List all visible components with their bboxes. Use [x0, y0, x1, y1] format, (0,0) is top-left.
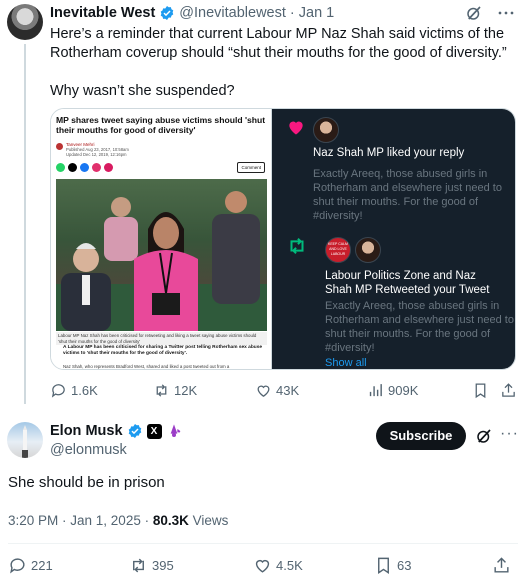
- article-lead: A Labour MP has been criticised for shar…: [63, 345, 263, 356]
- reply-count: 1.6K: [71, 383, 98, 398]
- quoted-author-handle[interactable]: @Inevitablewest: [179, 5, 286, 21]
- bookmark-icon: [475, 383, 486, 399]
- article-body: Naz Shah, who represents Bradford West, …: [63, 364, 230, 369]
- photo-speaker: [134, 212, 198, 331]
- share-icon: [494, 557, 509, 573]
- views-count: 909K: [388, 383, 419, 398]
- subscribe-button[interactable]: Subscribe: [376, 422, 466, 450]
- quoted-media[interactable]: MP shares tweet saying abuse victims sho…: [50, 108, 516, 370]
- grok-icon[interactable]: [475, 427, 493, 445]
- timestamp-time[interactable]: 3:20 PM · Jan 1, 2025 ·: [8, 513, 153, 528]
- notification-retweet-title: Labour Politics Zone and Naz Shah MP Ret…: [325, 270, 490, 296]
- reply-icon: [51, 384, 65, 398]
- photo-caption: Labour MP Naz Shah has been criticised f…: [56, 332, 267, 345]
- like-count: 4.5K: [276, 558, 303, 573]
- x-affiliation-icon[interactable]: X: [146, 423, 162, 439]
- bookmark-button[interactable]: 63: [374, 556, 411, 575]
- share-button[interactable]: [500, 382, 517, 399]
- heart-icon: [289, 121, 303, 135]
- reply-button[interactable]: 1.6K: [50, 382, 98, 399]
- quoted-text-paragraph-1: Here’s a reminder that current Labour MP…: [50, 26, 507, 61]
- more-icon[interactable]: [497, 4, 515, 22]
- wizard-icon: [170, 424, 180, 437]
- quoted-tweet-header: Inevitable West @Inevitablewest · Jan 1: [50, 5, 334, 21]
- author-avatar: [56, 143, 63, 150]
- share-button[interactable]: [492, 556, 511, 575]
- rocket-avatar-image: [22, 425, 28, 458]
- main-author-row: Elon Musk X: [50, 423, 182, 439]
- retweet-icon: [290, 237, 304, 255]
- like-icon: [257, 385, 270, 397]
- grok-icon[interactable]: [465, 4, 483, 22]
- repost-count: 12K: [174, 383, 198, 398]
- repost-button[interactable]: 395: [129, 556, 174, 575]
- facebook-icon: [80, 163, 89, 172]
- thread-line: [24, 44, 26, 404]
- dot-separator: ·: [289, 5, 295, 21]
- repost-button[interactable]: 12K: [153, 382, 197, 399]
- quoted-text-paragraph-2: Why wasn’t she suspended?: [50, 83, 235, 99]
- share-icon: [104, 163, 113, 172]
- verified-badge-icon: [128, 424, 141, 438]
- naz-shah-avatar: [313, 117, 339, 143]
- notification-like-title: Naz Shah MP liked your reply: [313, 147, 465, 159]
- photo-person-right: [212, 191, 260, 304]
- notification-retweet-text: Exactly Areeq, those abused girls in Rot…: [325, 300, 514, 354]
- reply-icon: [10, 558, 25, 574]
- instagram-icon: [92, 163, 101, 172]
- quoted-tweet[interactable]: Inevitable West @Inevitablewest · Jan 1 …: [0, 0, 525, 404]
- article-photo: [56, 179, 267, 331]
- more-options-button[interactable]: ···: [500, 425, 519, 443]
- quoted-tweet-actions: 1.6K 12K 43K 909K: [50, 382, 520, 402]
- like-button[interactable]: 43K: [255, 382, 299, 399]
- reply-count: 221: [31, 558, 53, 573]
- article-updated: Updated Dec 12, 2019, 12:16pm: [66, 152, 127, 157]
- notifications-screenshot: Naz Shah MP liked your reply Exactly Are…: [272, 109, 515, 369]
- notification-like-text: Exactly Areeq, those abused girls in Rot…: [313, 168, 502, 222]
- quoted-tweet-text: Here’s a reminder that current Labour MP…: [50, 25, 520, 120]
- bookmark-icon: [378, 557, 389, 574]
- share-icons: [56, 163, 113, 172]
- labour-politics-avatar: KEEP CALM AND LOVE LABOUR: [325, 237, 351, 263]
- divider: [8, 543, 518, 544]
- views-label: Views: [188, 513, 229, 528]
- like-icon: [255, 559, 270, 573]
- quoted-tweet-date[interactable]: Jan 1: [299, 5, 334, 21]
- photo-person-left: [61, 243, 111, 331]
- x-icon: [68, 163, 77, 172]
- repost-count: 395: [152, 558, 174, 573]
- repost-icon: [133, 558, 144, 573]
- like-button[interactable]: 4.5K: [253, 556, 303, 575]
- bookmark-count: 63: [397, 558, 412, 573]
- reply-button[interactable]: 221: [8, 556, 53, 575]
- verified-badge-icon: [161, 6, 174, 20]
- like-count: 43K: [276, 383, 300, 398]
- main-author-name[interactable]: Elon Musk: [50, 423, 123, 439]
- article-comment-button: Comment: [237, 162, 265, 173]
- article-screenshot: MP shares tweet saying abuse victims sho…: [51, 109, 272, 369]
- whatsapp-icon: [56, 163, 65, 172]
- quoted-author-name[interactable]: Inevitable West: [50, 5, 155, 21]
- show-all-link: Show all: [325, 357, 367, 369]
- tweet-timestamp: 3:20 PM · Jan 1, 2025 · 80.3K Views: [8, 513, 228, 528]
- views-button[interactable]: 909K: [367, 382, 418, 399]
- main-tweet-actions: 221 395 4.5K 63: [8, 556, 518, 576]
- naz-shah-avatar-2: [355, 237, 381, 263]
- main-tweet-text: She should be in prison: [8, 474, 165, 491]
- views-count: 80.3K: [152, 513, 189, 528]
- article-headline: MP shares tweet saying abuse victims sho…: [56, 115, 266, 135]
- share-icon: [502, 383, 515, 397]
- quoted-top-icons: [465, 4, 515, 22]
- views-icon: [369, 384, 382, 397]
- repost-icon: [156, 384, 167, 397]
- bookmark-button[interactable]: [472, 382, 489, 399]
- quoted-author-avatar[interactable]: [7, 4, 43, 40]
- main-author-handle[interactable]: @elonmusk: [50, 442, 127, 458]
- main-author-avatar[interactable]: [7, 422, 43, 458]
